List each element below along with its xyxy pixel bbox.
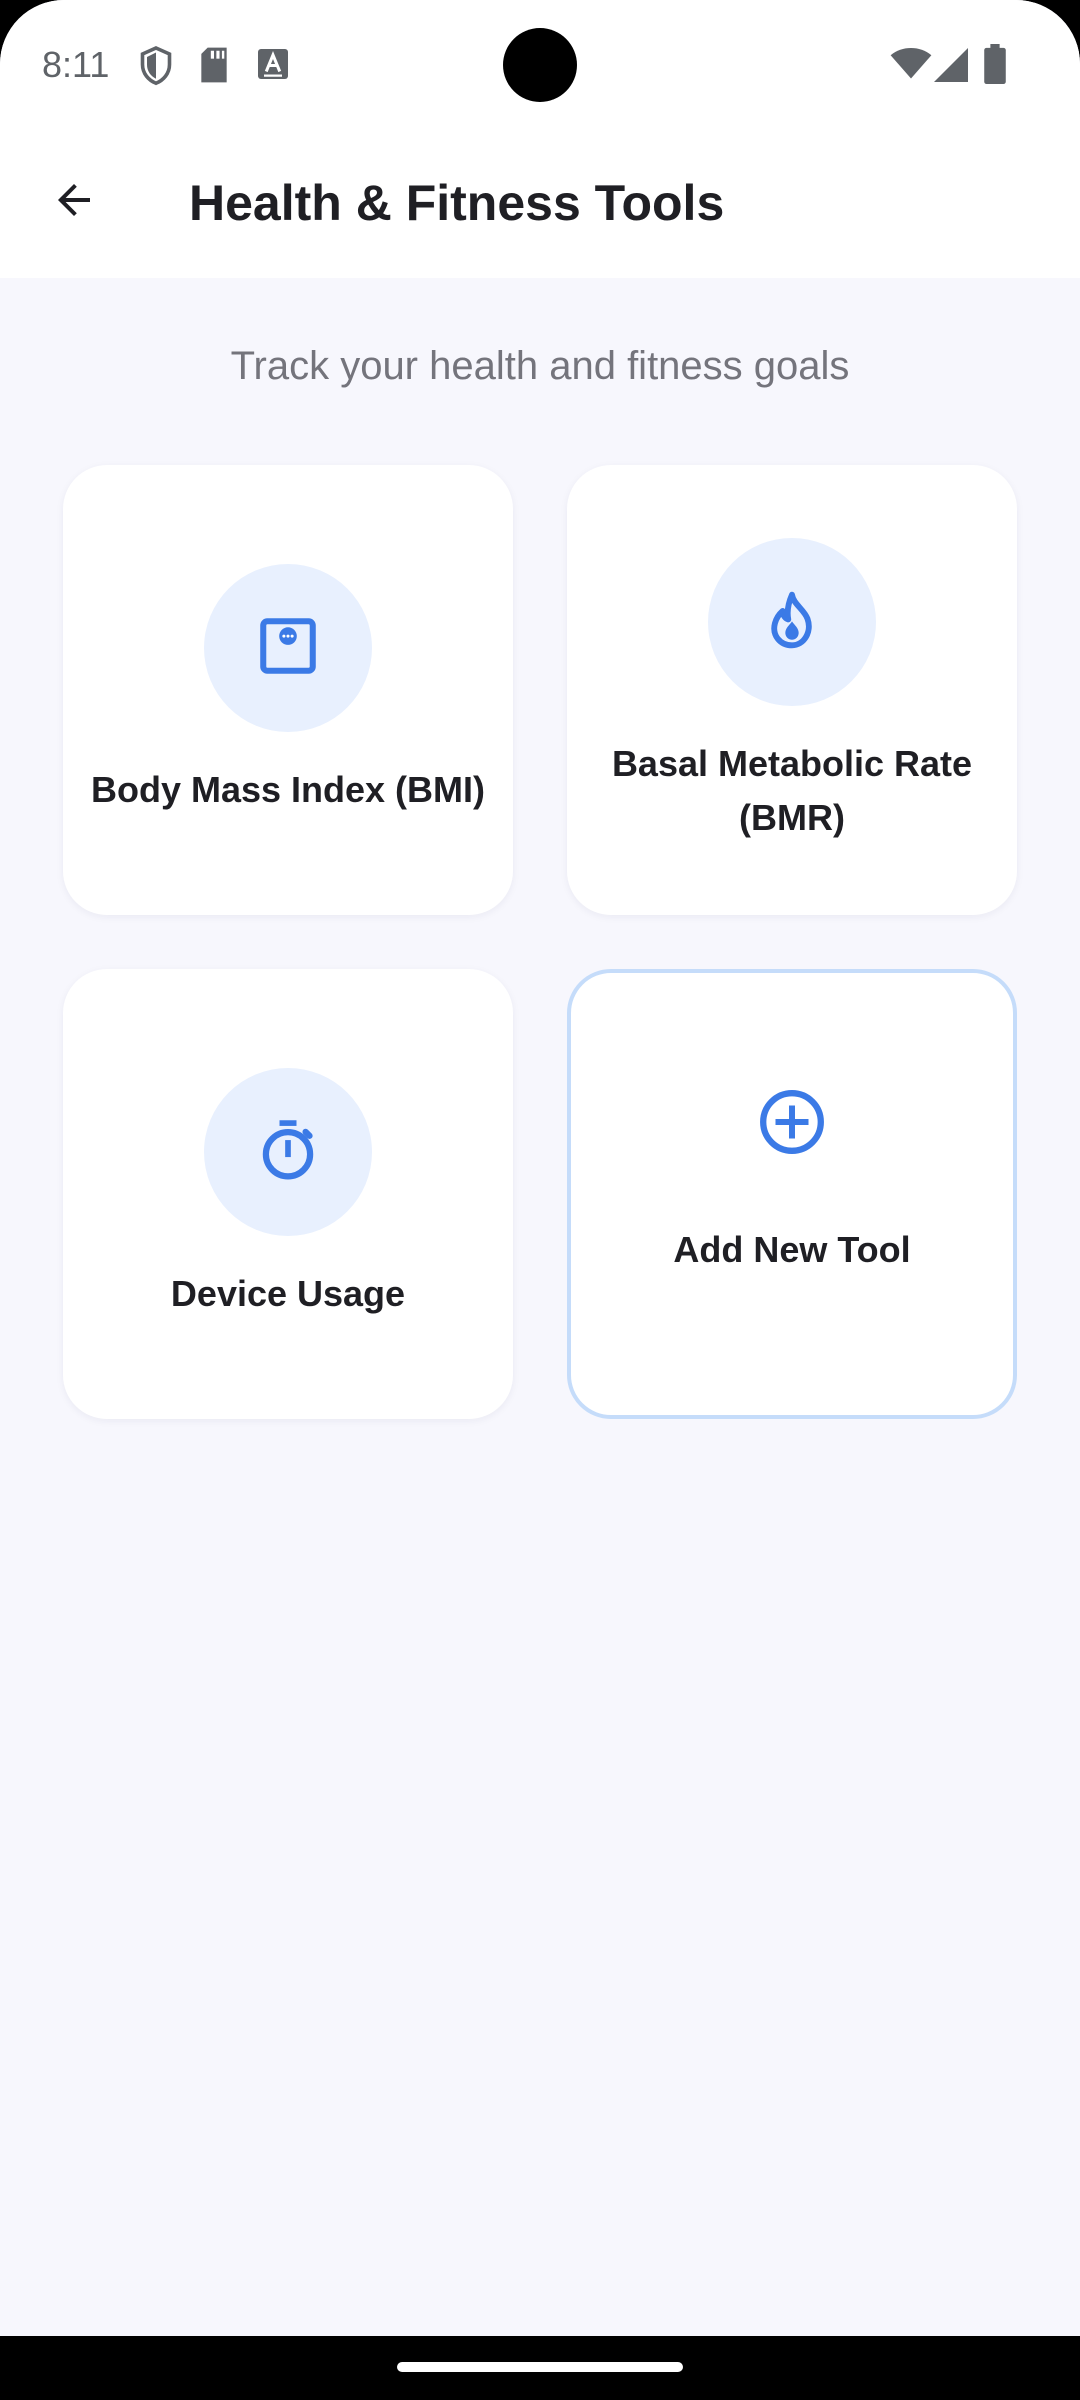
tool-card-label: Body Mass Index (BMI) [90, 769, 486, 810]
signal-icon [934, 48, 968, 87]
scale-icon [255, 613, 321, 684]
shield-icon [138, 46, 174, 91]
status-bar: 8:11 [0, 0, 1080, 132]
add-new-tool-card[interactable]: Add New Tool [567, 969, 1017, 1419]
page-subtitle: Track your health and fitness goals [230, 344, 850, 388]
screen: 8:11 Health & Fitness Tools Track your h… [0, 0, 1080, 2336]
tool-card-label: Add New Tool [673, 1229, 911, 1270]
tool-icon-circle [204, 564, 372, 732]
tool-card-device-usage[interactable]: Device Usage [63, 969, 513, 1419]
battery-icon [984, 44, 1006, 89]
wifi-icon [890, 48, 932, 85]
sd-card-icon [198, 46, 230, 89]
back-button[interactable] [34, 162, 114, 242]
arrow-left-icon [50, 176, 98, 229]
tool-card-bmr[interactable]: Basal Metabolic Rate (BMR) [567, 465, 1017, 915]
tool-card-bmi[interactable]: Body Mass Index (BMI) [63, 465, 513, 915]
page-title: Health & Fitness Tools [189, 175, 725, 231]
keyboard-a-icon [256, 46, 290, 87]
camera-cutout [503, 28, 577, 102]
tool-icon-circle [708, 538, 876, 706]
tool-icon-circle [204, 1068, 372, 1236]
fire-icon [760, 588, 824, 657]
timer-icon [254, 1116, 322, 1189]
status-time: 8:11 [42, 44, 110, 85]
add-circle-icon [756, 1086, 828, 1158]
app-bar: Health & Fitness Tools [0, 132, 1080, 278]
tool-card-label: Basal Metabolic Rate (BMR) [611, 743, 973, 838]
home-gesture-handle[interactable] [397, 2362, 683, 2372]
tool-card-label: Device Usage [170, 1273, 406, 1314]
